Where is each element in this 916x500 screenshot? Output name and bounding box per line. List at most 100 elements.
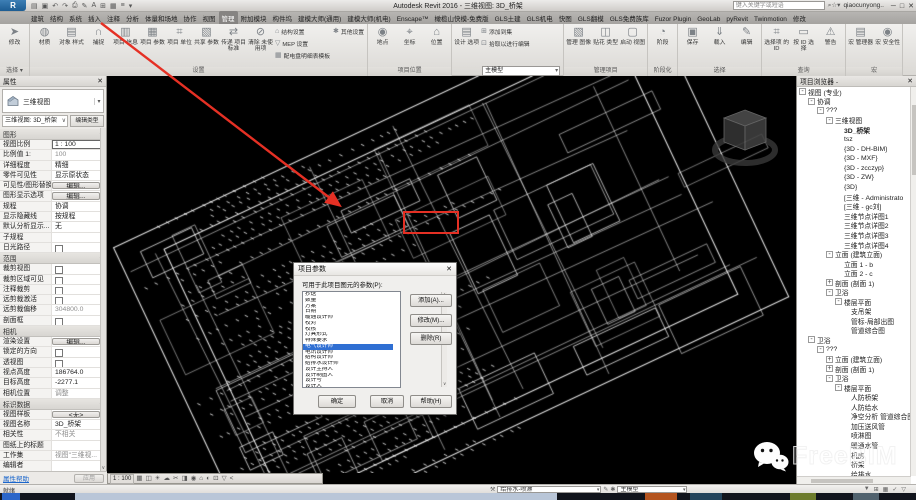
- expand-collapse-icon[interactable]: -: [835, 298, 842, 305]
- expand-collapse-icon[interactable]: [835, 212, 842, 219]
- selection-toggle-icon[interactable]: ⊞: [874, 486, 879, 493]
- tree-item[interactable]: + 剖面 (剖面 1): [797, 278, 910, 288]
- ribbon-tab[interactable]: 修改: [790, 11, 809, 25]
- ribbon-small-button[interactable]: ▽MEP 设置: [274, 37, 332, 49]
- ribbon-tab[interactable]: 结构: [47, 11, 66, 25]
- qat-icon[interactable]: ⊞: [100, 2, 106, 10]
- ribbon-tab[interactable]: 附加模块: [238, 11, 270, 25]
- tree-item[interactable]: - 立面 (建筑立面): [797, 249, 910, 259]
- tree-item[interactable]: 3D_桥架: [797, 125, 910, 135]
- ribbon-tab[interactable]: 构件坞: [270, 11, 296, 25]
- modify-button[interactable]: 修改(M)...: [410, 314, 452, 327]
- qat-icon[interactable]: ↷: [62, 2, 68, 10]
- tree-item[interactable]: 加压送风管: [797, 421, 910, 431]
- ribbon-small-button[interactable]: ✱其他设置: [332, 25, 366, 37]
- taskbar-app-button[interactable]: [2, 493, 20, 500]
- ribbon-button[interactable]: ▤ 对象 样式: [58, 25, 85, 66]
- tree-item[interactable]: - 协调: [797, 97, 910, 107]
- view-control-icon[interactable]: ▽: [222, 474, 227, 483]
- tree-item[interactable]: - 视图 (专业): [797, 87, 910, 97]
- tree-item[interactable]: 三维节点详图3: [797, 230, 910, 240]
- tree-item[interactable]: 三维节点详图4: [797, 240, 910, 250]
- ribbon-button[interactable]: ▭ 按 ID 选择: [790, 25, 817, 66]
- active-design-option-dropdown[interactable]: 主模型: [617, 486, 687, 494]
- expand-collapse-icon[interactable]: [835, 165, 842, 172]
- qat-icon[interactable]: ▤: [31, 2, 38, 10]
- expand-collapse-icon[interactable]: [835, 270, 842, 277]
- property-value[interactable]: 按规程: [52, 212, 106, 221]
- expand-collapse-icon[interactable]: +: [826, 365, 833, 372]
- active-workset-dropdown[interactable]: 给排水-喷淋: [497, 486, 601, 494]
- ribbon-tab[interactable]: 注释: [104, 11, 123, 25]
- ribbon-button[interactable]: ◔ 阶段: [649, 25, 676, 66]
- selection-toggle-icon[interactable]: ▽: [901, 486, 906, 493]
- expand-collapse-icon[interactable]: [835, 222, 842, 229]
- search-input[interactable]: 键入关键字或短语: [733, 1, 825, 10]
- ribbon-button[interactable]: ➤ 修改: [1, 25, 28, 66]
- ribbon-button[interactable]: ⊘ 清除 未使用项: [247, 25, 274, 66]
- property-value[interactable]: [52, 233, 106, 242]
- expand-collapse-icon[interactable]: -: [817, 107, 824, 114]
- expand-collapse-icon[interactable]: [842, 451, 849, 458]
- scrollbar-thumb[interactable]: [912, 105, 916, 175]
- ribbon-tab[interactable]: 插入: [85, 11, 104, 25]
- ribbon-button[interactable]: ⌗ 项目 单位: [166, 25, 193, 66]
- property-value[interactable]: 100: [52, 150, 106, 159]
- property-value[interactable]: [52, 285, 106, 294]
- ribbon-button[interactable]: ✎ 编辑: [733, 25, 760, 66]
- expand-collapse-icon[interactable]: [835, 231, 842, 238]
- qat-icon[interactable]: ⎙: [72, 2, 78, 10]
- user-account[interactable]: qiaocunyong..: [843, 2, 883, 9]
- ribbon-button[interactable]: ▤ 设计 选项: [453, 25, 480, 66]
- expand-collapse-icon[interactable]: [835, 155, 842, 162]
- property-value[interactable]: [52, 347, 106, 356]
- ribbon-small-button[interactable]: ⌂结构设置: [274, 25, 332, 37]
- tree-item[interactable]: 给排水: [797, 469, 910, 476]
- view-scale[interactable]: 1 : 100: [110, 474, 134, 484]
- tree-item[interactable]: 人防桥架: [797, 393, 910, 403]
- tree-item[interactable]: - 楼层平面: [797, 297, 910, 307]
- ribbon-tab[interactable]: Enscape™: [394, 14, 432, 25]
- browser-vscrollbar[interactable]: [910, 87, 916, 476]
- expand-collapse-icon[interactable]: [842, 461, 849, 468]
- selection-toggle-icon[interactable]: ✓: [892, 486, 897, 493]
- expand-collapse-icon[interactable]: [835, 146, 842, 153]
- parameter-list-item[interactable]: 设计人: [303, 384, 393, 388]
- ribbon-button[interactable]: ⌖ 坐标: [396, 25, 423, 66]
- tree-item[interactable]: + 立面 (建筑立面): [797, 354, 910, 364]
- ribbon-tab[interactable]: 建筑: [28, 11, 47, 25]
- property-value[interactable]: 3D_桥架: [52, 420, 106, 429]
- revit-logo-button[interactable]: R: [0, 0, 26, 11]
- property-value[interactable]: 编辑...: [52, 338, 100, 345]
- ribbon-tab[interactable]: 体量和场地: [142, 11, 181, 25]
- tree-item[interactable]: 机房: [797, 450, 910, 460]
- tree-item[interactable]: 立面 1 - b: [797, 259, 910, 269]
- apply-button[interactable]: 应用: [74, 474, 104, 483]
- delete-button[interactable]: 删除(R): [410, 332, 452, 345]
- ribbon-small-button[interactable]: ▦配电盘明细表模板: [274, 49, 332, 61]
- expand-collapse-icon[interactable]: -: [835, 384, 842, 391]
- taskbar-app-button[interactable]: [790, 493, 816, 500]
- expand-collapse-icon[interactable]: [835, 193, 842, 200]
- qat-icon[interactable]: ▾: [129, 2, 133, 10]
- property-value[interactable]: [52, 243, 106, 252]
- property-value[interactable]: 1 : 100: [52, 140, 106, 149]
- tree-item[interactable]: - ???: [797, 345, 910, 355]
- selection-toggle-icon[interactable]: ▼: [864, 486, 870, 493]
- tree-item[interactable]: tsz: [797, 135, 910, 145]
- ribbon-tab[interactable]: 视图: [200, 11, 219, 25]
- expand-collapse-icon[interactable]: [842, 403, 849, 410]
- chevron-down-icon[interactable]: ▾: [94, 98, 103, 105]
- taskbar-app-button[interactable]: [690, 493, 722, 500]
- ribbon-tab[interactable]: GLS机电: [524, 11, 556, 25]
- property-value[interactable]: <无>: [52, 411, 100, 418]
- cancel-button[interactable]: 取消: [370, 395, 404, 408]
- property-value[interactable]: 视图"三维视...: [52, 451, 106, 460]
- expand-collapse-icon[interactable]: -: [808, 336, 815, 343]
- tree-item[interactable]: [三维 - gc刘]: [797, 202, 910, 212]
- ribbon-tab[interactable]: 系统: [66, 11, 85, 25]
- close-icon[interactable]: ✕: [97, 77, 103, 85]
- ribbon-small-button[interactable]: ⊞添加到集: [480, 25, 544, 37]
- ribbon-button[interactable]: ◉ 宏 安全性: [874, 25, 901, 66]
- view-control-icon[interactable]: ◉: [191, 474, 197, 483]
